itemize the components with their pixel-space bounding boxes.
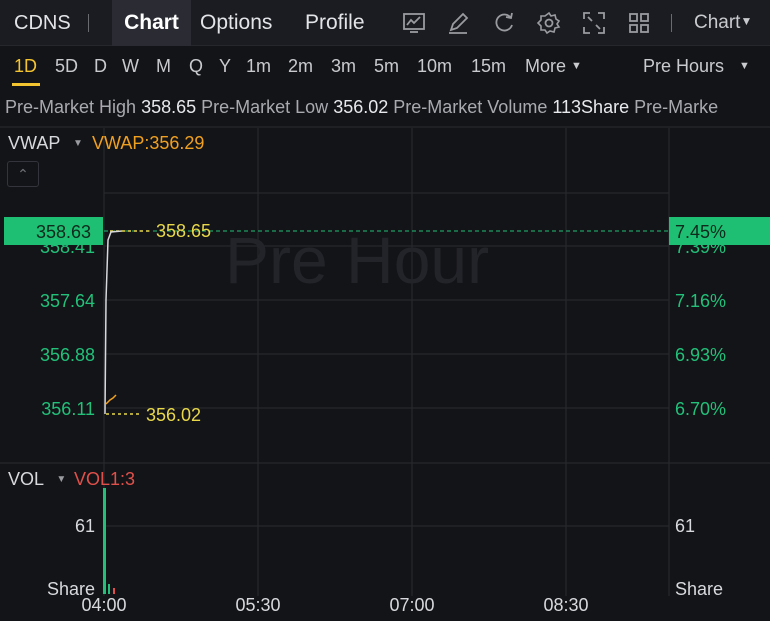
- percent-axis-label: 7.16%: [675, 291, 726, 311]
- current-percent-value: 7.45%: [675, 222, 726, 242]
- vwap-line: [105, 394, 117, 405]
- volume-axis-unit-right: Share: [675, 579, 723, 599]
- price-line: [104, 230, 123, 415]
- low-marker-label: 356.02: [146, 405, 201, 425]
- vwap-indicator-selector[interactable]: VWAP ▼: [8, 133, 83, 154]
- time-axis-label: 05:30: [235, 595, 280, 615]
- volume-indicator-value: VOL1:3: [74, 469, 136, 489]
- price-axis-label: 356.88: [40, 345, 95, 365]
- percent-axis-label: 6.93%: [675, 345, 726, 365]
- volume-bar: [108, 584, 110, 594]
- vwap-indicator-value: VWAP:356.29: [92, 133, 205, 153]
- current-price-value: 358.63: [36, 222, 91, 242]
- volume-axis-label-right: 61: [675, 516, 695, 536]
- collapse-indicator-button[interactable]: ⌃: [7, 161, 39, 187]
- left-price-axis: 358.41 357.64 356.88 356.11: [40, 237, 95, 419]
- time-axis-label: 07:00: [389, 595, 434, 615]
- watermark-text: Pre Hour: [225, 223, 489, 297]
- right-percent-axis: 7.39% 7.16% 6.93% 6.70%: [675, 237, 726, 419]
- high-marker-label: 358.65: [156, 221, 211, 241]
- price-chart[interactable]: Pre Hour 358.41 357.64 356.88 356.11 7.3…: [0, 0, 770, 621]
- price-axis-label: 356.11: [41, 399, 95, 419]
- price-axis-label: 357.64: [40, 291, 95, 311]
- volume-axis: 61 Share 61 Share: [47, 516, 723, 599]
- percent-axis-label: 6.70%: [675, 399, 726, 419]
- volume-bar: [113, 588, 115, 594]
- time-axis-label: 04:00: [81, 595, 126, 615]
- volume-indicator-name: VOL: [8, 469, 44, 489]
- grid-lines: [103, 128, 670, 596]
- time-axis-label: 08:30: [543, 595, 588, 615]
- volume-bar: [103, 488, 106, 594]
- chevron-up-icon: ⌃: [17, 166, 29, 182]
- time-axis: 04:00 05:30 07:00 08:30: [81, 595, 588, 615]
- caret-down-icon: ▼: [73, 138, 83, 149]
- volume-indicator-selector[interactable]: VOL ▼: [8, 469, 66, 490]
- vwap-indicator-name: VWAP: [8, 133, 61, 153]
- caret-down-icon: ▼: [56, 474, 67, 485]
- volume-axis-label: 61: [75, 516, 95, 536]
